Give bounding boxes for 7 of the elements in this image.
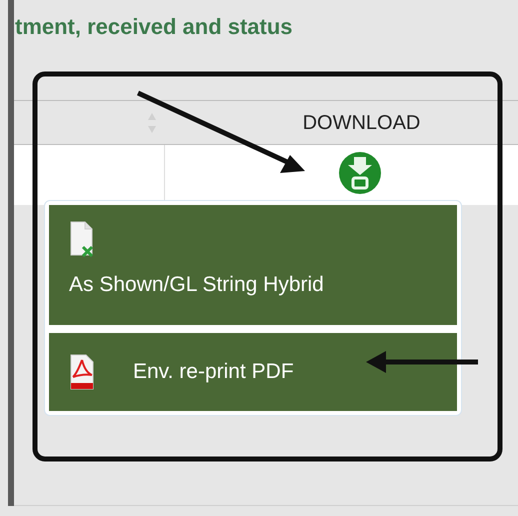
pdf-file-icon	[69, 354, 95, 390]
page-title: tment, received and status	[14, 13, 293, 41]
spreadsheet-file-icon	[69, 221, 95, 257]
download-icon[interactable]	[338, 151, 382, 195]
column-header: DOWNLOAD	[302, 110, 420, 136]
download-option[interactable]: As Shown/GL String Hybrid	[49, 205, 457, 325]
download-option[interactable]: Env. re-print PDF	[49, 333, 457, 411]
